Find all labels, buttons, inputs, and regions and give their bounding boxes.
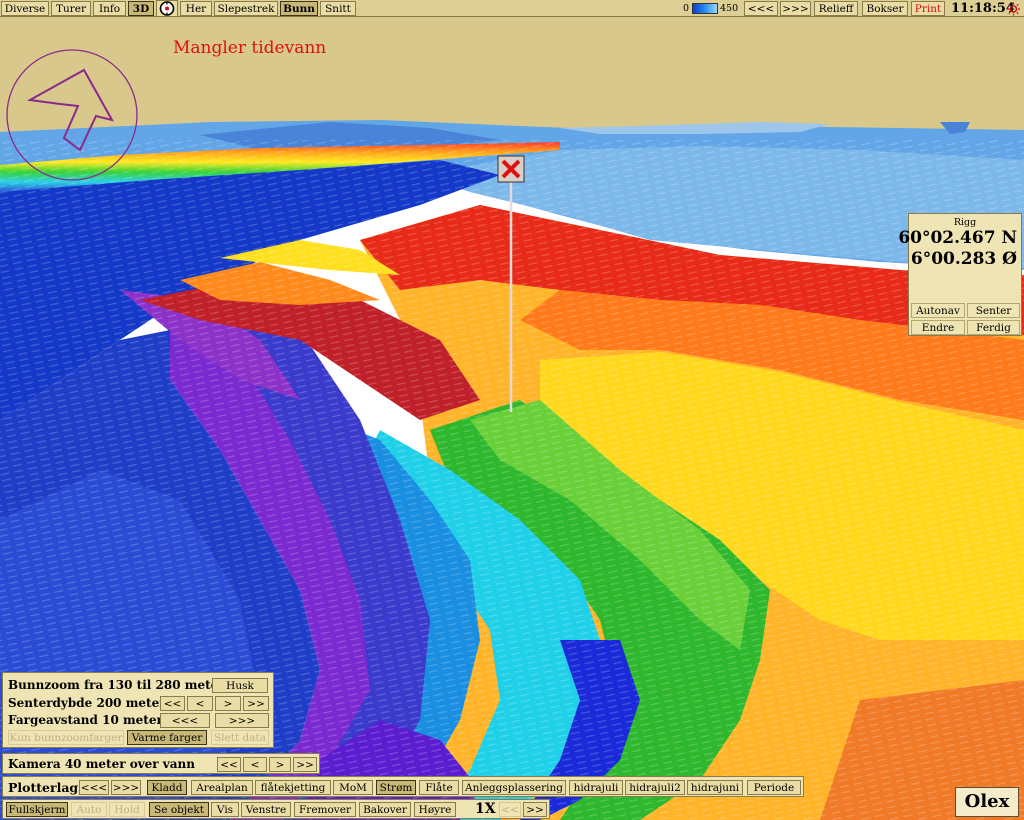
senterdybde-fast-up-button[interactable]: >>	[243, 696, 269, 711]
fargeavstand-label: Fargeavstand 10 meter	[8, 713, 163, 727]
senterdybde-down-button[interactable]: <	[187, 696, 213, 711]
sky	[0, 17, 1024, 132]
fargeavstand-up-button[interactable]: >>>	[215, 713, 269, 728]
camera-up-button[interactable]: >	[269, 757, 291, 772]
slepestrek-button[interactable]: Slepestrek	[214, 1, 278, 16]
menu-turer-button[interactable]: Turer	[51, 1, 91, 16]
mode-3d-button[interactable]: 3D	[128, 1, 154, 16]
slett-data-button[interactable]: Slett data	[211, 730, 269, 745]
layer-arealplan-button[interactable]: Arealplan	[191, 780, 253, 795]
depth-next-button[interactable]: >>>	[780, 1, 811, 16]
olex-logo: Olex	[955, 787, 1019, 817]
endre-button[interactable]: Endre	[911, 320, 965, 335]
ferdig-button[interactable]: Ferdig	[967, 320, 1020, 335]
plotter-next-button[interactable]: >>>	[111, 780, 141, 795]
rigg-latitude: 60°02.467 N	[898, 228, 1017, 248]
layer-hidrajuli2-button[interactable]: hidrajuli2	[625, 780, 685, 795]
hoyre-button[interactable]: Høyre	[414, 802, 456, 817]
layer-mom-button[interactable]: MoM	[333, 780, 373, 795]
camera-panel: Kamera 40 meter over vann << < > >>	[2, 753, 320, 774]
relieff-button[interactable]: Relieff	[814, 1, 858, 16]
auto-button[interactable]: Auto	[71, 802, 107, 817]
kun-bunnzoomfarger-button[interactable]: Kun bunnzoomfarger	[8, 730, 124, 745]
venstre-button[interactable]: Venstre	[241, 802, 291, 817]
camera-fast-down-button[interactable]: <<	[217, 757, 241, 772]
se-objekt-button[interactable]: Se objekt	[149, 802, 209, 817]
fullskjerm-button[interactable]: Fullskjerm	[6, 802, 68, 817]
senterdybde-label: Senterdybde 200 meter	[8, 696, 166, 710]
hold-button[interactable]: Hold	[109, 802, 145, 817]
depth-scale-min: 0	[683, 3, 690, 14]
speed-label: 1X	[475, 801, 496, 817]
plotter-label: Plotterlag	[8, 780, 79, 795]
layer-strom-button[interactable]: Strøm	[376, 780, 416, 795]
layer-flate-button[interactable]: Flåte	[419, 780, 459, 795]
camera-down-button[interactable]: <	[243, 757, 267, 772]
target-icon[interactable]	[156, 0, 178, 17]
snitt-button[interactable]: Snitt	[320, 1, 356, 16]
layer-anleggsplassering-button[interactable]: Anleggsplassering	[462, 780, 566, 795]
speed-slower-button[interactable]: <<	[499, 802, 521, 817]
depth-prev-button[interactable]: <<<	[744, 1, 778, 16]
fargeavstand-down-button[interactable]: <<<	[160, 713, 210, 728]
depth-scale-max: 450	[720, 3, 739, 14]
rigg-panel: Rigg 60°02.467 N 6°00.283 Ø Autonav Sent…	[898, 213, 1022, 336]
vis-button[interactable]: Vis	[211, 802, 239, 817]
tide-warning: Mangler tidevann	[173, 38, 327, 58]
senter-button[interactable]: Senter	[967, 303, 1020, 318]
navigation-bar: Fullskjerm Auto Hold Se objekt Vis Venst…	[2, 799, 550, 819]
menu-diverse-button[interactable]: Diverse	[1, 1, 49, 16]
her-button[interactable]: Her	[180, 1, 212, 16]
varme-farger-button[interactable]: Varme farger	[127, 730, 207, 745]
senterdybde-up-button[interactable]: >	[215, 696, 241, 711]
layer-flatekjetting-button[interactable]: flåtekjetting	[255, 780, 331, 795]
bunn-button[interactable]: Bunn	[280, 1, 318, 16]
print-button[interactable]: Print	[911, 1, 945, 16]
senterdybde-fast-down-button[interactable]: <<	[160, 696, 185, 711]
depth-color-scale	[692, 3, 718, 14]
fremover-button[interactable]: Fremover	[294, 802, 356, 817]
layer-hidrajuli-button[interactable]: hidrajuli	[569, 780, 623, 795]
plotter-prev-button[interactable]: <<<	[79, 780, 109, 795]
bottom-settings-panel: Bunnzoom fra 130 til 280 meter Husk Sent…	[2, 672, 274, 748]
husk-button[interactable]: Husk	[212, 678, 268, 693]
menu-info-button[interactable]: Info	[93, 1, 126, 16]
autonav-button[interactable]: Autonav	[911, 303, 965, 318]
speed-faster-button[interactable]: >>	[523, 802, 547, 817]
bokser-button[interactable]: Bokser	[862, 1, 908, 16]
bunnzoom-label: Bunnzoom fra 130 til 280 meter	[8, 678, 225, 692]
bakover-button[interactable]: Bakover	[359, 802, 411, 817]
camera-fast-up-button[interactable]: >>	[293, 757, 317, 772]
camera-label: Kamera 40 meter over vann	[8, 757, 196, 771]
layer-kladd-button[interactable]: Kladd	[147, 780, 187, 795]
layer-periode-button[interactable]: Periode	[747, 780, 801, 795]
rigg-title: Rigg	[953, 217, 977, 228]
rigg-longitude: 6°00.283 Ø	[910, 249, 1017, 269]
sun-icon[interactable]	[1006, 2, 1021, 16]
layer-hidrajuni-button[interactable]: hidrajuni	[687, 780, 743, 795]
plotter-layer-bar: Plotterlag <<< >>> Kladd Arealplan flåte…	[2, 776, 804, 797]
